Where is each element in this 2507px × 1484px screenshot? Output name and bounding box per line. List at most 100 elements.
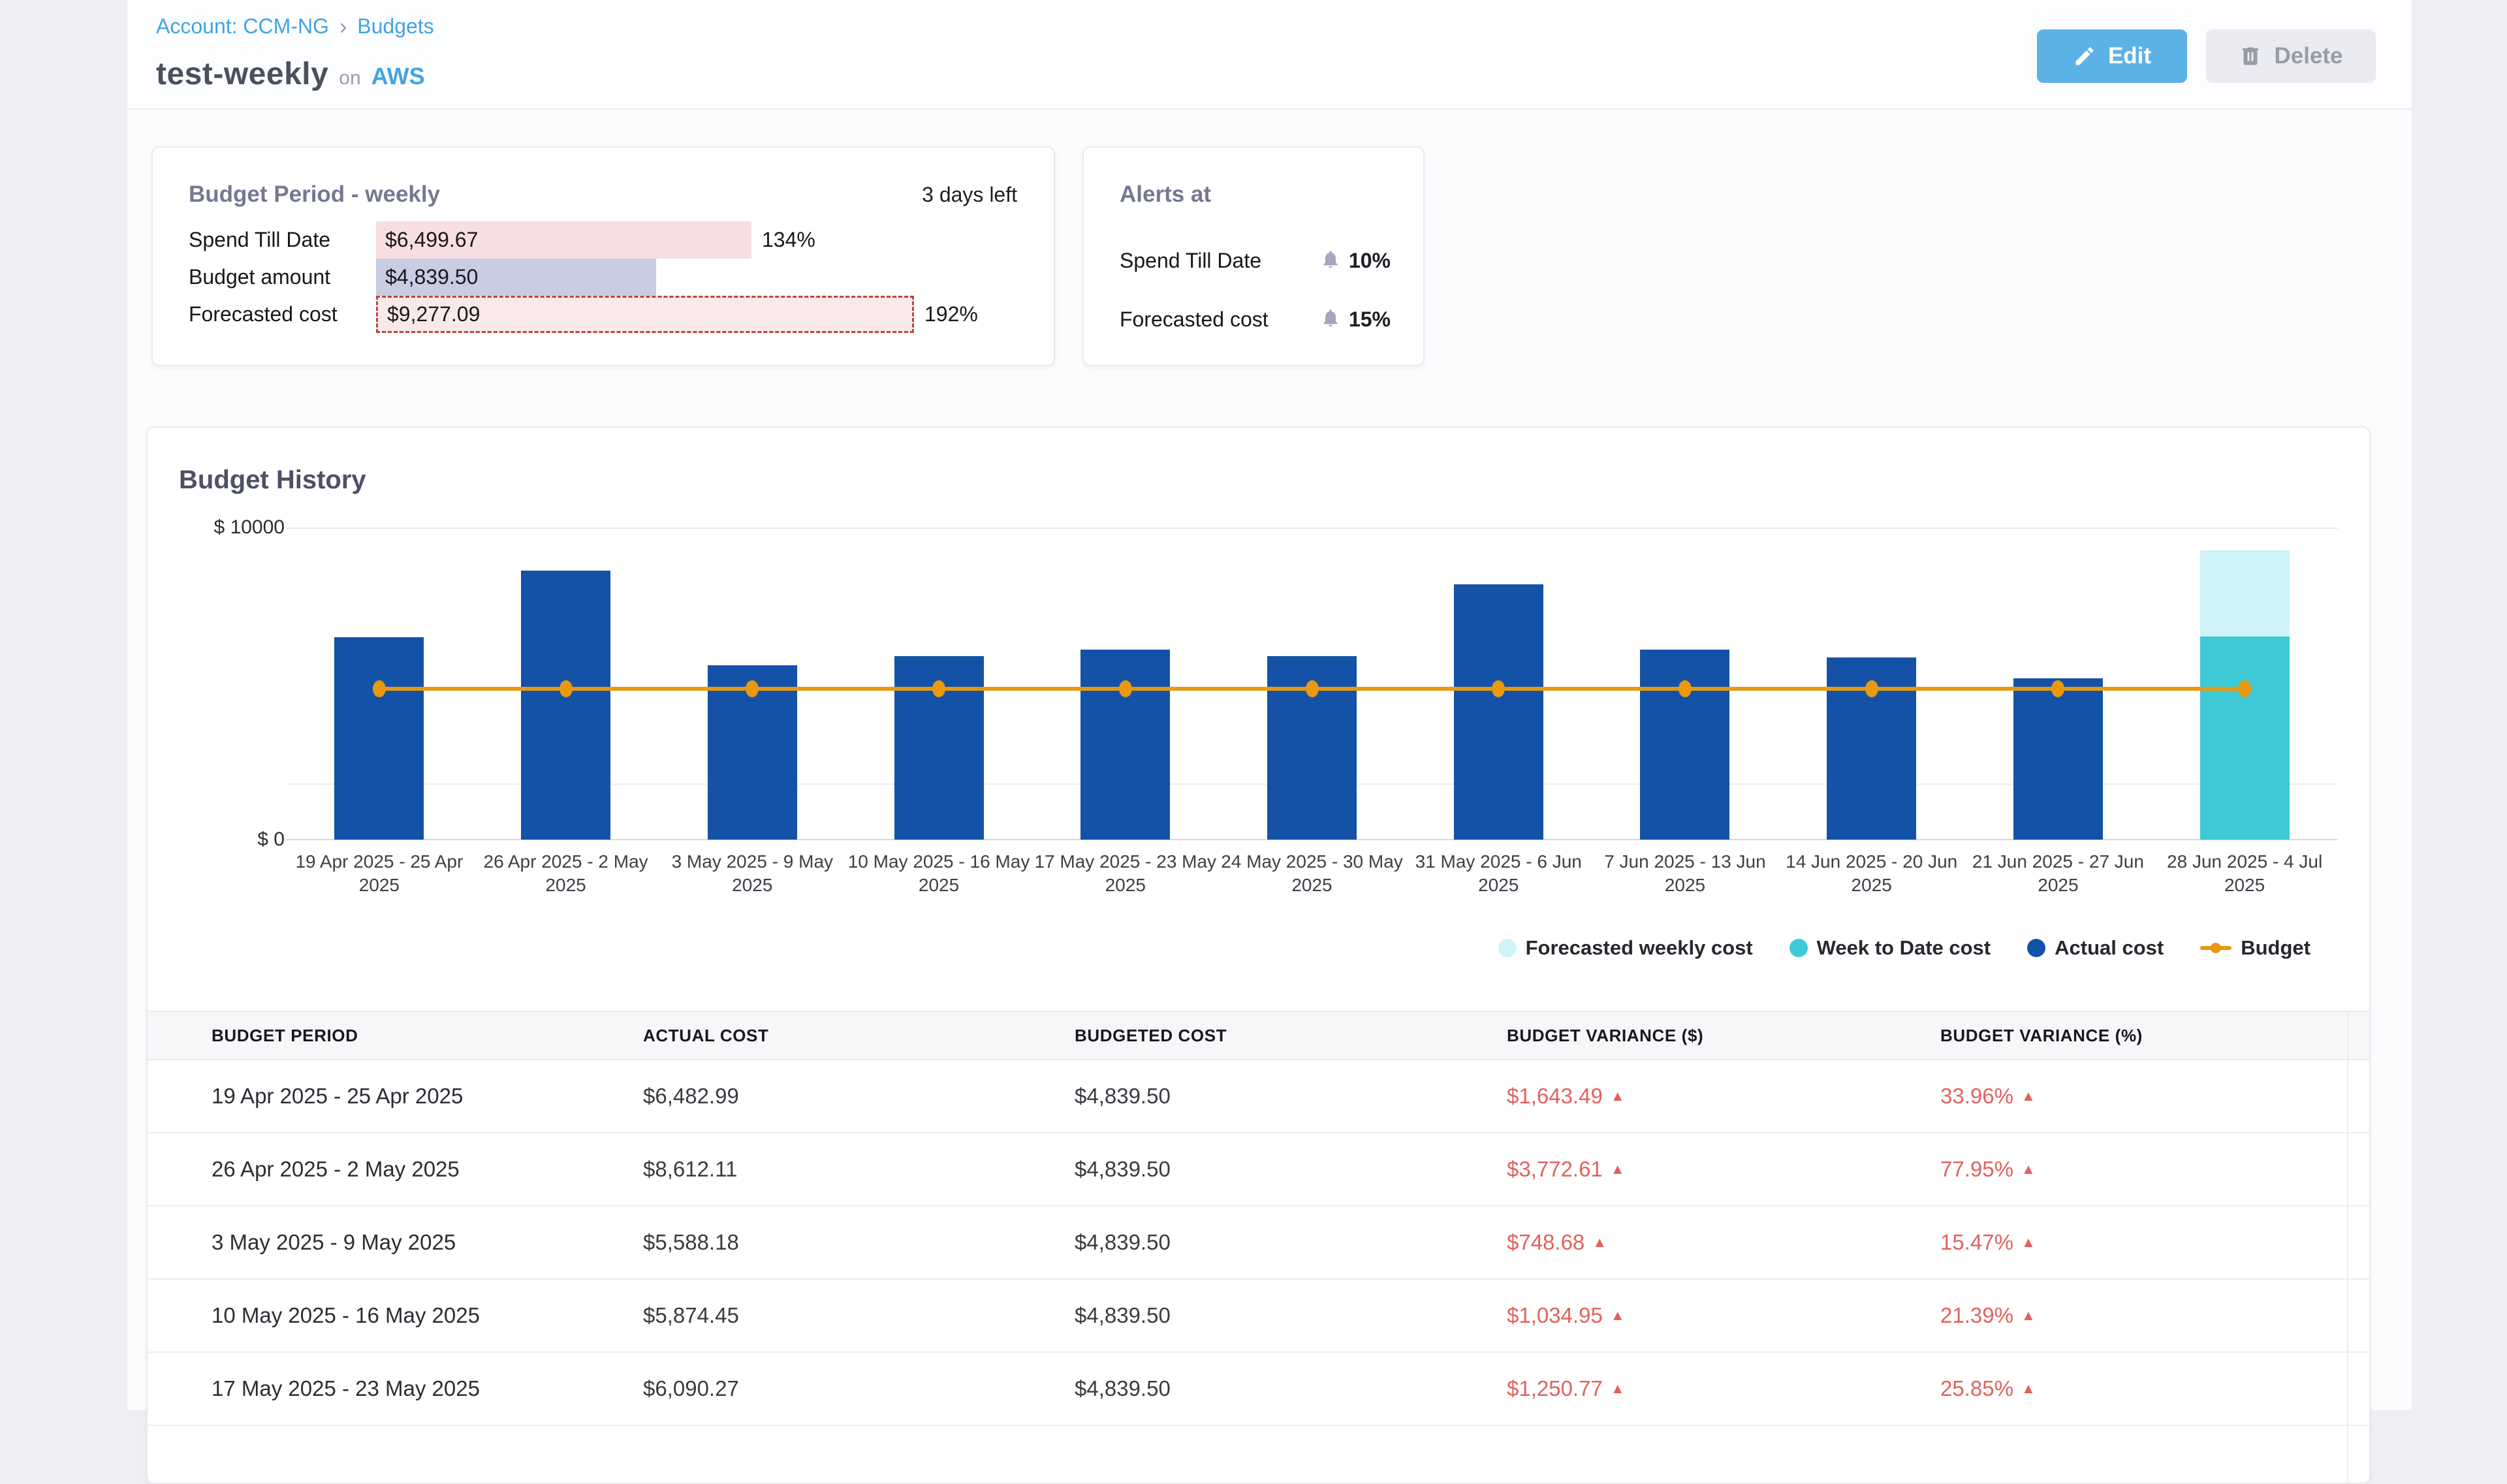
delete-button[interactable]: Delete [2206, 29, 2376, 83]
up-triangle-icon: ▲ [2021, 1235, 2036, 1250]
breadcrumb-account-link[interactable]: Account: CCM-NG [156, 14, 329, 39]
title-row: test-weekly on AWS [156, 56, 425, 92]
legend-item-week-to-date-cost[interactable]: Week to Date cost [1790, 936, 1991, 960]
budget-period-row-label: Budget amount [189, 265, 376, 289]
table-row: 26 Apr 2025 - 2 May 2025$8,612.11$4,839.… [148, 1133, 2369, 1207]
page-title: test-weekly [156, 56, 328, 92]
cell-budget-variance-pct: 33.96%▲ [1940, 1084, 2369, 1109]
table-row: 10 May 2025 - 16 May 2025$5,874.45$4,839… [148, 1280, 2369, 1353]
budget-history-title: Budget History [179, 466, 366, 495]
legend-label: Week to Date cost [1817, 936, 1991, 960]
up-triangle-icon: ▲ [2021, 1162, 2036, 1176]
bell-icon [1320, 249, 1341, 273]
variance-value: $1,034.95 [1507, 1303, 1603, 1328]
variance-value: 77.95% [1940, 1157, 2013, 1182]
table-column-header: BUDGET PERIOD [212, 1026, 643, 1046]
cell-budget-variance-pct: 25.85% ▲ [1940, 1376, 2369, 1401]
budget-period-row-label: Spend Till Date [189, 228, 376, 252]
table-column-header: BUDGET VARIANCE ($) [1507, 1026, 1940, 1046]
edit-button[interactable]: Edit [2037, 29, 2187, 83]
trash-icon [2239, 44, 2262, 68]
up-triangle-icon: ▲ [2021, 1381, 2036, 1396]
variance-value: 15.47% [1940, 1230, 2013, 1255]
up-triangle-icon: ▲ [1611, 1308, 1625, 1323]
breadcrumb-budgets-link[interactable]: Budgets [357, 14, 434, 39]
table-header-row: BUDGET PERIODACTUAL COSTBUDGETED COSTBUD… [148, 1011, 2369, 1060]
cell-budget-variance-pct: 15.47% ▲ [1940, 1230, 2369, 1255]
up-triangle-icon: ▲ [1592, 1235, 1607, 1250]
cell-actual-cost: $6,482.99 [643, 1084, 1075, 1109]
x-axis-label: 7 Jun 2025 - 13 Jun 2025 [1587, 850, 1783, 897]
table-column-header: ACTUAL COST [643, 1026, 1075, 1046]
budget-line-point [1865, 680, 1878, 697]
budget-line-point [2238, 680, 2251, 697]
provider-label: AWS [371, 63, 425, 90]
actual-cost-bar[interactable] [2013, 678, 2103, 840]
legend-item-budget[interactable]: Budget [2200, 936, 2310, 960]
x-axis-label: 24 May 2025 - 30 May 2025 [1214, 850, 1410, 897]
budget-period-card: Budget Period - weekly 3 days left Spend… [151, 146, 1055, 366]
x-axis-label: 26 Apr 2025 - 2 May 2025 [468, 850, 664, 897]
delete-button-label: Delete [2274, 43, 2342, 69]
edit-button-label: Edit [2108, 43, 2151, 69]
alert-row: Forecasted cost 15% [1120, 290, 1391, 349]
table-column-header: BUDGET VARIANCE (%) [1940, 1026, 2369, 1046]
alert-row: Spend Till Date10% [1120, 231, 1391, 290]
budget-period-row-percent: 134% [762, 228, 815, 252]
main-panel: Account: CCM-NG › Budgets test-weekly on… [127, 0, 2412, 1410]
week-to-date-cost-bar[interactable] [2200, 637, 2290, 840]
up-triangle-icon: ▲ [1611, 1162, 1625, 1176]
y-tick-0: $ 0 [167, 829, 285, 851]
cell-budget-period: 26 Apr 2025 - 2 May 2025 [212, 1157, 643, 1182]
budget-period-row-bar: $6,499.67 [376, 221, 751, 259]
legend-dot-icon [1790, 939, 1808, 957]
x-axis-label: 14 Jun 2025 - 20 Jun 2025 [1774, 850, 1970, 897]
alert-threshold: 15% [1320, 308, 1391, 332]
cell-budgeted-cost: $4,839.50 [1075, 1303, 1507, 1328]
budget-period-row-percent: 192% [924, 302, 978, 326]
cell-budget-variance-usd: $748.68▲ [1507, 1230, 1940, 1255]
budget-period-row-value: $9,277.09 [378, 302, 480, 326]
up-triangle-icon: ▲ [2021, 1089, 2036, 1103]
page-header: Account: CCM-NG › Budgets test-weekly on… [127, 0, 2412, 110]
cell-budgeted-cost: $4,839.50 [1075, 1084, 1507, 1109]
budget-period-row: Forecasted cost$9,277.09192% [189, 296, 1034, 333]
table-column-header: BUDGETED COST [1075, 1026, 1507, 1046]
budget-period-rows: Spend Till Date$6,499.67 134% Budget amoun… [189, 221, 1034, 333]
cell-budget-variance-usd: $1,034.95 ▲ [1507, 1303, 1940, 1328]
alert-row-label: Forecasted cost [1120, 308, 1269, 332]
cell-budget-variance-usd: $3,772.61 ▲ [1507, 1157, 1940, 1182]
alerts-card: Alerts at Spend Till Date10%Forecasted c… [1082, 146, 1425, 366]
legend-item-forecasted-weekly-cost[interactable]: Forecasted weekly cost [1498, 936, 1753, 960]
cell-budgeted-cost: $4,839.50 [1075, 1157, 1507, 1182]
legend-item-actual-cost[interactable]: Actual cost [2027, 936, 2164, 960]
actual-cost-bar[interactable] [1640, 650, 1729, 840]
days-left-label: 3 days left [922, 183, 1017, 207]
budget-period-row-bar: $9,277.09 [376, 296, 914, 333]
budget-line-point [1306, 680, 1319, 697]
budget-period-row-value: $4,839.50 [376, 265, 478, 289]
variance-value: 25.85% [1940, 1376, 2013, 1401]
budget-line-point [373, 680, 386, 697]
budget-line-point [560, 680, 573, 697]
gridline-10000 [286, 528, 2338, 529]
x-axis-label: 17 May 2025 - 23 May 2025 [1028, 850, 1223, 897]
cell-actual-cost: $5,874.45 [643, 1303, 1075, 1328]
x-axis-label: 21 Jun 2025 - 27 Jun 2025 [1960, 850, 2156, 897]
on-label: on [339, 67, 360, 89]
up-triangle-icon: ▲ [2021, 1308, 2036, 1323]
actual-cost-bar[interactable] [1080, 650, 1170, 840]
budget-period-row-value: $6,499.67 [376, 228, 478, 252]
actual-cost-bar[interactable] [334, 637, 424, 840]
alerts-rows: Spend Till Date10% Forecasted cost 15% [1120, 231, 1391, 349]
variance-value: $3,772.61 [1507, 1157, 1603, 1182]
actual-cost-bar[interactable] [1454, 584, 1543, 840]
budget-line-point [1679, 680, 1692, 697]
alert-threshold-value: 15% [1349, 308, 1391, 332]
table-row: 17 May 2025 - 23 May 2025$6,090.27$4,839… [148, 1353, 2369, 1426]
budget-line-point [1492, 680, 1505, 697]
budget-history-card: Budget History $ 10000 $ 0 19 Apr 2025 -… [146, 426, 2371, 1484]
cell-budget-variance-pct: 77.95% ▲ [1940, 1157, 2369, 1182]
cell-budget-period: 19 Apr 2025 - 25 Apr 2025 [212, 1084, 643, 1109]
actual-cost-bar[interactable] [521, 571, 610, 840]
